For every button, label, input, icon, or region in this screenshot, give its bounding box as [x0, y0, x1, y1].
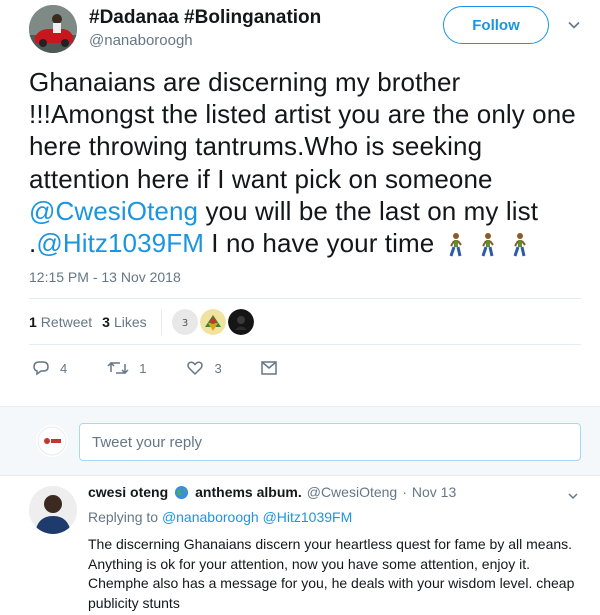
reply-body-text: The discerning Ghanaians discern your he… — [88, 536, 575, 611]
retweets-count: 1 — [29, 314, 37, 330]
like-action[interactable]: 3 — [186, 359, 222, 377]
svg-text:3: 3 — [181, 318, 187, 329]
reply-author-name-suffix[interactable]: anthems album. — [195, 484, 302, 500]
caret-down-icon[interactable] — [567, 18, 581, 32]
divider — [29, 344, 581, 345]
replying-to: Replying to @nanaboroogh @Hitz1039FM — [88, 509, 352, 525]
author-avatar[interactable] — [29, 5, 77, 53]
tweet-actions: 4 1 3 — [29, 356, 278, 380]
walking-person-emoji — [481, 233, 495, 257]
reply-icon — [33, 361, 49, 376]
walking-person-emoji — [513, 233, 527, 257]
walking-emojis — [444, 232, 530, 258]
reply-author-line: cwesi oteng anthems album. @CwesiOteng ·… — [88, 484, 456, 500]
reply-author-avatar[interactable] — [29, 486, 77, 534]
direct-message-action[interactable] — [260, 359, 278, 377]
tweet-text: Ghanaians are discerning my brother !!!A… — [29, 66, 589, 259]
retweet-icon — [107, 361, 129, 375]
liker-avatar[interactable] — [227, 309, 254, 335]
tweet-text-part: I no have your time — [203, 228, 435, 259]
mention-link[interactable]: @Hitz1039FM — [36, 228, 204, 258]
author-display-name[interactable]: #Dadanaa #Bolinganation — [89, 7, 321, 29]
follow-button[interactable]: Follow — [443, 6, 549, 44]
retweets-stat[interactable]: 1 Retweet — [29, 314, 92, 330]
message-icon — [260, 361, 277, 375]
reply-date[interactable]: Nov 13 — [412, 484, 456, 500]
tweet-header: #Dadanaa #Bolinganation @nanaboroogh Fol… — [0, 0, 600, 60]
divider — [29, 298, 581, 299]
retweet-count: 1 — [139, 360, 147, 376]
reply-tweet[interactable]: cwesi oteng anthems album. @CwesiOteng ·… — [0, 476, 600, 615]
tweet-stats: 1 Retweet 3 Likes 3 — [29, 307, 256, 337]
retweet-action[interactable]: 1 — [107, 359, 146, 377]
mention-link[interactable]: @CwesiOteng — [29, 196, 198, 226]
divider — [160, 309, 162, 335]
likes-label: Likes — [113, 314, 147, 330]
retweets-label: Retweet — [40, 314, 93, 330]
like-count: 3 — [214, 360, 222, 376]
reply-action[interactable]: 4 — [32, 359, 67, 377]
reply-input[interactable] — [79, 423, 581, 461]
reply-composer — [0, 406, 600, 476]
replying-prefix: Replying to — [88, 509, 162, 525]
reply-author-handle[interactable]: @CwesiOteng — [307, 484, 397, 500]
caret-down-icon[interactable] — [567, 490, 579, 502]
reply-author-name[interactable]: cwesi oteng — [88, 484, 168, 500]
reply-separator: · — [402, 484, 407, 500]
tweet-text-part: Ghanaians are discerning my brother !!!A… — [29, 67, 576, 194]
globe-emoji — [175, 485, 189, 499]
liker-avatar[interactable] — [199, 309, 226, 335]
tweet-timestamp[interactable]: 12:15 PM - 13 Nov 2018 — [29, 269, 181, 285]
reply-count: 4 — [60, 360, 68, 376]
author-handle[interactable]: @nanaboroogh — [89, 32, 193, 49]
likes-count: 3 — [102, 314, 110, 330]
likes-stat[interactable]: 3 Likes — [102, 314, 146, 330]
liker-avatar[interactable]: 3 — [171, 309, 198, 335]
mention-link[interactable]: @nanaboroogh — [162, 509, 259, 525]
walking-person-emoji — [449, 233, 463, 257]
mention-link[interactable]: @Hitz1039FM — [263, 509, 353, 525]
current-user-avatar — [36, 425, 68, 457]
heart-icon — [187, 361, 204, 376]
